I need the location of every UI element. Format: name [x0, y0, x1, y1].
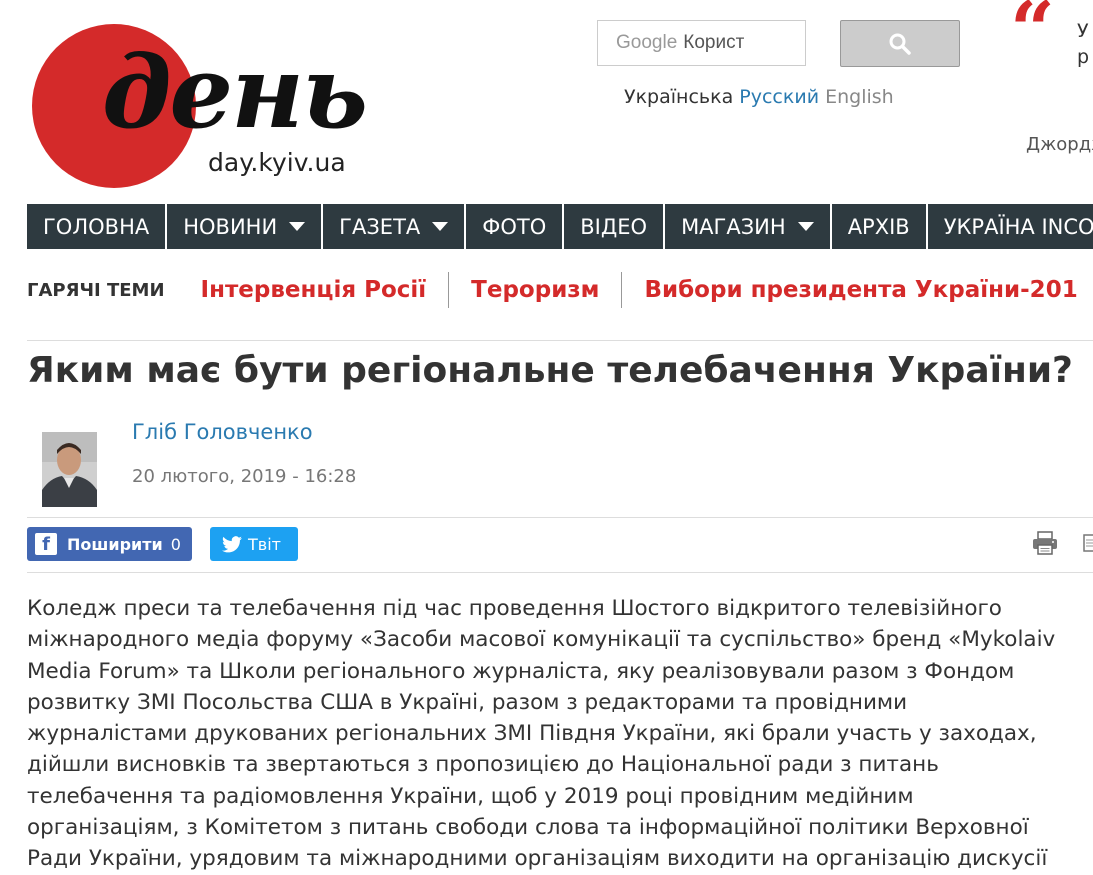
- logo-wordmark: день: [102, 33, 368, 151]
- twitter-share-button[interactable]: Твіт: [210, 527, 298, 561]
- more-icon: [1083, 534, 1093, 552]
- main-nav: ГОЛОВНА НОВИНИ ГАЗЕТА ФОТО ВІДЕО МАГАЗИН…: [27, 204, 1093, 249]
- nav-label: ВІДЕО: [580, 214, 648, 239]
- nav-item-video[interactable]: ВІДЕО: [564, 204, 666, 249]
- google-branding: Google: [616, 32, 678, 53]
- nav-item-news[interactable]: НОВИНИ: [167, 204, 324, 249]
- hot-topic-link[interactable]: Інтервенція Росії: [201, 277, 449, 303]
- search-input[interactable]: Google Корист: [597, 20, 806, 66]
- search-button[interactable]: [840, 20, 960, 67]
- divider: [27, 340, 1093, 341]
- search-placeholder: Корист: [683, 32, 745, 53]
- hot-topic-link[interactable]: Тероризм: [449, 277, 621, 303]
- quote-text[interactable]: У р: [1077, 18, 1093, 70]
- chevron-down-icon: [289, 222, 306, 231]
- nav-item-home[interactable]: ГОЛОВНА: [27, 204, 168, 249]
- facebook-share-count: 0: [170, 534, 181, 554]
- quote-mark-icon: “: [1010, 0, 1055, 76]
- chevron-down-icon: [432, 222, 449, 231]
- twitter-share-label: Твіт: [248, 534, 281, 554]
- lang-english[interactable]: English: [825, 86, 894, 108]
- hot-topics-bar: ГАРЯЧІ ТЕМИ Інтервенція Росії Тероризм В…: [27, 270, 1093, 310]
- article-date: 20 лютого, 2019 - 16:28: [132, 466, 357, 487]
- nav-label: ФОТО: [482, 214, 547, 239]
- facebook-icon: f: [35, 533, 57, 555]
- quote-line-1: У: [1077, 20, 1089, 42]
- hot-topics-label: ГАРЯЧІ ТЕМИ: [27, 279, 165, 301]
- quote-line-2: р: [1077, 46, 1090, 68]
- nav-item-ukraine-inco[interactable]: УКРАЇНА INCO: [928, 204, 1093, 249]
- facebook-share-label: Поширити: [67, 534, 163, 554]
- article-body: Коледж преси та телебачення під час пров…: [27, 596, 1056, 872]
- author-name-link[interactable]: Гліб Головченко: [132, 420, 313, 444]
- nav-item-newspaper[interactable]: ГАЗЕТА: [323, 204, 467, 249]
- nav-label: АРХІВ: [847, 214, 910, 239]
- facebook-share-button[interactable]: f Поширити 0: [27, 527, 192, 561]
- print-button[interactable]: [1032, 531, 1058, 559]
- search-icon: [889, 33, 911, 55]
- language-switcher: Українська Русский English: [624, 86, 894, 108]
- logo-domain: day.kyiv.ua: [208, 148, 346, 177]
- email-button[interactable]: [1083, 531, 1093, 559]
- page-title: Яким має бути регіональне телебачення Ук…: [27, 350, 1073, 391]
- author-avatar[interactable]: [42, 432, 97, 507]
- quote-author: Джордж: [1026, 134, 1093, 155]
- divider: [27, 572, 1093, 573]
- nav-label: ГАЗЕТА: [339, 214, 421, 239]
- lang-russian[interactable]: Русский: [739, 86, 819, 108]
- hot-topic-link[interactable]: Вибори президента України-201: [622, 277, 1093, 303]
- nav-item-shop[interactable]: МАГАЗИН: [665, 204, 832, 249]
- nav-label: ГОЛОВНА: [43, 214, 150, 239]
- nav-item-photo[interactable]: ФОТО: [466, 204, 565, 249]
- divider: [27, 517, 1093, 518]
- nav-item-archive[interactable]: АРХІВ: [832, 204, 928, 249]
- nav-label: НОВИНИ: [183, 214, 278, 239]
- nav-label: МАГАЗИН: [681, 214, 786, 239]
- chevron-down-icon: [797, 222, 814, 231]
- site-logo[interactable]: день day.kyiv.ua: [30, 12, 380, 192]
- author-portrait-icon: [42, 432, 97, 507]
- nav-label: УКРАЇНА INCO: [943, 214, 1093, 239]
- lang-ukrainian[interactable]: Українська: [624, 86, 733, 108]
- print-icon: [1033, 531, 1057, 555]
- twitter-icon: [222, 535, 242, 553]
